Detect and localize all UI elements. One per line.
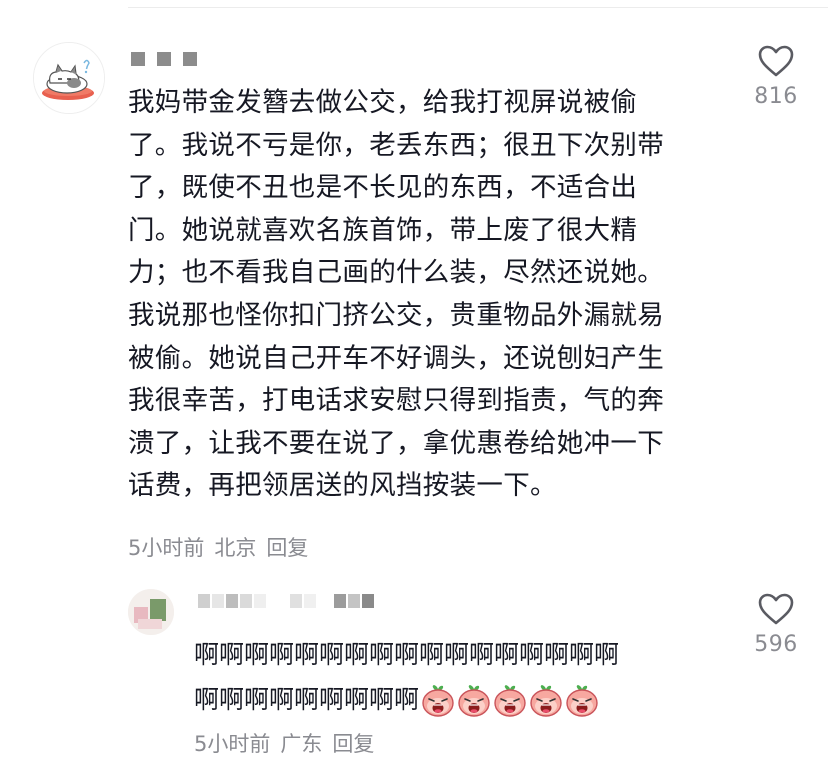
comment-line: 话费，再把领居送的风挡按装一下。 <box>128 470 557 502</box>
comment-time: 5小时前 <box>128 536 205 560</box>
comment-meta: 5小时前 北京 回复 <box>128 532 308 562</box>
screaming-face-icon <box>565 684 599 718</box>
reply-meta: 5小时前 广东 回复 <box>194 728 374 758</box>
cat-avatar-icon <box>34 43 104 113</box>
redaction-block <box>240 594 252 608</box>
redaction-block <box>131 52 145 66</box>
comment-line: 门。她说就喜欢名族首饰，带上废了很大精 <box>128 214 638 246</box>
redaction-gap <box>268 594 288 608</box>
reply-body: 啊啊啊啊啊啊啊啊啊啊啊啊啊啊啊啊啊 啊啊啊啊啊啊啊啊啊 <box>194 632 714 722</box>
reply-like-button[interactable]: 596 <box>736 592 816 657</box>
screaming-face-icon <box>457 684 491 718</box>
heart-outline-icon[interactable] <box>757 44 795 78</box>
screaming-face-icon <box>529 684 563 718</box>
comment-line: 力；也不看我自己画的什么装，尽然还说她。 <box>128 257 664 289</box>
screaming-face-icon <box>493 684 527 718</box>
like-count: 816 <box>754 84 798 109</box>
emoji-row <box>421 684 599 718</box>
redaction-block <box>157 52 171 66</box>
redaction-block <box>212 594 224 608</box>
reply-line: 啊啊啊啊啊啊啊啊啊啊啊啊啊啊啊啊啊 <box>194 640 620 669</box>
reply-button[interactable]: 回复 <box>266 532 308 562</box>
reply-line-text: 啊啊啊啊啊啊啊啊啊 <box>194 685 420 714</box>
redaction-block <box>334 594 346 608</box>
redaction-block <box>198 594 210 608</box>
redaction-block <box>226 594 238 608</box>
comment-line: 我妈带金发簪去做公交，给我打视屏说被偷 <box>128 87 638 118</box>
reply-like-count: 596 <box>754 632 798 657</box>
username-redacted[interactable] <box>131 52 197 66</box>
comment-line: 了，既使不丑也是不长见的东西，不适合出 <box>128 172 638 204</box>
avatar[interactable] <box>33 42 105 114</box>
reply-username-redacted[interactable] <box>198 594 374 608</box>
redaction-block <box>304 594 316 608</box>
comment-line: 我很幸苦，打电话求安慰只得到指责，气的奔 <box>128 385 664 417</box>
screaming-face-icon <box>421 684 455 718</box>
comment-line: 溃了，让我不要在说了，拿优惠卷给她冲一下 <box>128 427 664 459</box>
comment-line: 了。我说不亏是你，老丢东西；很丑下次别带 <box>128 129 664 161</box>
redaction-block <box>183 52 197 66</box>
blurred-avatar-icon <box>128 589 174 635</box>
redaction-block <box>348 594 360 608</box>
redaction-block <box>290 594 302 608</box>
reply-reply-button[interactable]: 回复 <box>332 728 374 758</box>
redaction-gap <box>318 594 332 608</box>
like-button[interactable]: 816 <box>736 44 816 109</box>
comment-line: 被偷。她说自己开车不好调头，还说刨妇产生 <box>128 342 664 374</box>
comment-location: 北京 <box>214 536 257 560</box>
comment-line: 我说那也怪你扣门挤公交，贵重物品外漏就易 <box>128 299 664 331</box>
reply-avatar[interactable] <box>128 589 174 635</box>
comment-body: 我妈带金发簪去做公交，给我打视屏说被偷 了。我说不亏是你，老丢东西；很丑下次别带… <box>128 82 718 508</box>
heart-outline-icon[interactable] <box>757 592 795 626</box>
reply-line: 啊啊啊啊啊啊啊啊啊 <box>194 677 714 722</box>
comment-section: 我妈带金发簪去做公交，给我打视屏说被偷 了。我说不亏是你，老丢东西；很丑下次别带… <box>0 0 828 773</box>
redaction-block <box>254 594 266 608</box>
redaction-block <box>362 594 374 608</box>
reply-time: 5小时前 <box>194 732 271 756</box>
divider <box>128 7 828 8</box>
reply-location: 广东 <box>280 732 323 756</box>
